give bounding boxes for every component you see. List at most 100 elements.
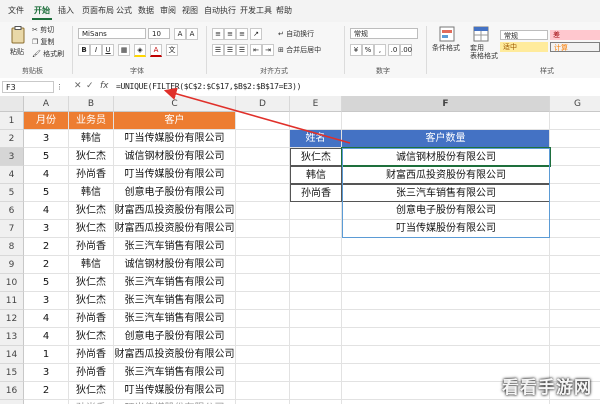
cell-G8[interactable] — [550, 238, 600, 256]
menu-tab-8[interactable]: 自动执行 — [202, 4, 238, 18]
table-cell[interactable]: 2 — [24, 238, 69, 256]
table-cell[interactable]: 4 — [24, 328, 69, 346]
decrease-decimal-button[interactable]: .00 — [400, 44, 412, 56]
cell-G1[interactable] — [550, 112, 600, 130]
table-cell[interactable]: 5 — [24, 274, 69, 292]
cell-G17[interactable] — [550, 400, 600, 404]
menu-tab-2[interactable]: 插入 — [56, 4, 76, 18]
cell-G4[interactable] — [550, 166, 600, 184]
cell-G5[interactable] — [550, 184, 600, 202]
table-cell[interactable]: 张三汽车销售有限公司 — [114, 364, 236, 382]
cell-G13[interactable] — [550, 328, 600, 346]
cell-G2[interactable] — [550, 130, 600, 148]
orientation-button[interactable]: ↗ — [250, 28, 262, 40]
cell-G10[interactable] — [550, 274, 600, 292]
cell-F9[interactable] — [342, 256, 550, 274]
style-calculation[interactable]: 计算 — [550, 42, 600, 52]
style-bad[interactable]: 差 — [550, 30, 600, 40]
enter-icon[interactable]: ✓ — [86, 82, 94, 91]
row-header-14[interactable]: 14 — [0, 346, 24, 364]
row-header-16[interactable]: 16 — [0, 382, 24, 400]
copy-button[interactable]: ❐ 复制 — [32, 38, 55, 47]
cell-D7[interactable] — [236, 220, 290, 238]
left-table-header[interactable]: 客户 — [114, 112, 236, 130]
row-header-10[interactable]: 10 — [0, 274, 24, 292]
cell-D8[interactable] — [236, 238, 290, 256]
table-cell[interactable]: 叮当传媒股份有限公司 — [114, 166, 236, 184]
cell-E12[interactable] — [290, 310, 342, 328]
name-box[interactable]: F3 — [2, 81, 54, 93]
table-cell[interactable]: 4 — [24, 202, 69, 220]
table-cell[interactable]: 3 — [24, 130, 69, 148]
table-cell[interactable]: 4 — [24, 310, 69, 328]
italic-button[interactable]: I — [90, 44, 102, 56]
row-header-2[interactable]: 2 — [0, 130, 24, 148]
table-cell[interactable]: 1 — [24, 346, 69, 364]
cell-E7[interactable] — [290, 220, 342, 238]
row-header-12[interactable]: 12 — [0, 310, 24, 328]
table-cell[interactable]: 张三汽车销售有限公司 — [114, 238, 236, 256]
menu-tab-4[interactable]: 公式 — [114, 4, 134, 18]
increase-indent-button[interactable]: ⇥ — [262, 44, 274, 56]
table-cell[interactable]: 孙尚香 — [69, 364, 114, 382]
table-cell[interactable]: 3 — [24, 364, 69, 382]
align-middle-button[interactable]: ≡ — [224, 28, 236, 40]
table-cell[interactable]: 诚信钢材股份有限公司 — [114, 148, 236, 166]
table-cell[interactable]: 3 — [24, 292, 69, 310]
cell-G9[interactable] — [550, 256, 600, 274]
cancel-icon[interactable]: ✕ — [74, 82, 82, 91]
row-header-4[interactable]: 4 — [0, 166, 24, 184]
table-cell[interactable]: 韩信 — [69, 256, 114, 274]
spill-cell[interactable]: 张三汽车销售有限公司 — [342, 184, 550, 202]
grow-font-button[interactable]: A — [174, 28, 186, 40]
cell-F14[interactable] — [342, 346, 550, 364]
insert-function-icon[interactable]: fx — [100, 82, 109, 91]
row-header-15[interactable]: 15 — [0, 364, 24, 382]
table-cell[interactable]: 5 — [24, 184, 69, 202]
table-cell[interactable]: 创意电子股份有限公司 — [114, 328, 236, 346]
name-cell[interactable]: 韩信 — [290, 166, 342, 184]
paste-button[interactable]: 粘贴 — [6, 26, 30, 62]
customer-count-header[interactable]: 客户数量 — [342, 130, 550, 148]
cell-E1[interactable] — [290, 112, 342, 130]
column-header-E[interactable]: E — [290, 96, 342, 112]
bold-button[interactable]: B — [78, 44, 90, 56]
menu-tab-0[interactable]: 文件 — [6, 4, 26, 18]
table-cell[interactable]: 张三汽车销售有限公司 — [114, 274, 236, 292]
font-name-select[interactable]: MiSans — [78, 28, 146, 39]
row-header-9[interactable]: 9 — [0, 256, 24, 274]
currency-button[interactable]: ¥ — [350, 44, 362, 56]
row-header-7[interactable]: 7 — [0, 220, 24, 238]
cell-D11[interactable] — [236, 292, 290, 310]
table-cell[interactable]: 创意电子股份有限公司 — [114, 184, 236, 202]
column-header-C[interactable]: C — [114, 96, 236, 112]
cell-E11[interactable] — [290, 292, 342, 310]
table-cell[interactable]: 孙尚香 — [69, 310, 114, 328]
align-top-button[interactable]: ≡ — [212, 28, 224, 40]
menu-tab-10[interactable]: 帮助 — [274, 4, 294, 18]
table-cell[interactable]: 狄仁杰 — [69, 202, 114, 220]
merge-center-button[interactable]: ⊞ 合并后居中 — [278, 46, 321, 55]
left-table-header[interactable]: 月份 — [24, 112, 69, 130]
menu-tab-3[interactable]: 页面布局 — [80, 4, 116, 18]
cell-D1[interactable] — [236, 112, 290, 130]
table-cell[interactable]: 叮当传媒股份有限公司 — [114, 400, 236, 404]
cell-G6[interactable] — [550, 202, 600, 220]
table-cell[interactable]: 张三汽车销售有限公司 — [114, 292, 236, 310]
cell-E14[interactable] — [290, 346, 342, 364]
comma-button[interactable]: , — [374, 44, 386, 56]
cell-F17[interactable] — [342, 400, 550, 404]
increase-decimal-button[interactable]: .0 — [388, 44, 400, 56]
spill-cell[interactable]: 创意电子股份有限公司 — [342, 202, 550, 220]
style-normal[interactable]: 常规 — [500, 30, 548, 40]
cell-E9[interactable] — [290, 256, 342, 274]
wrap-text-button[interactable]: ↵ 自动换行 — [278, 30, 314, 39]
cell-D13[interactable] — [236, 328, 290, 346]
cell-E17[interactable] — [290, 400, 342, 404]
cut-button[interactable]: ✂ 剪切 — [32, 26, 54, 35]
conditional-format-button[interactable]: 条件格式 — [432, 26, 462, 62]
select-all-corner[interactable] — [0, 96, 24, 112]
align-bottom-button[interactable]: ≡ — [236, 28, 248, 40]
cell-D15[interactable] — [236, 364, 290, 382]
cell-G7[interactable] — [550, 220, 600, 238]
